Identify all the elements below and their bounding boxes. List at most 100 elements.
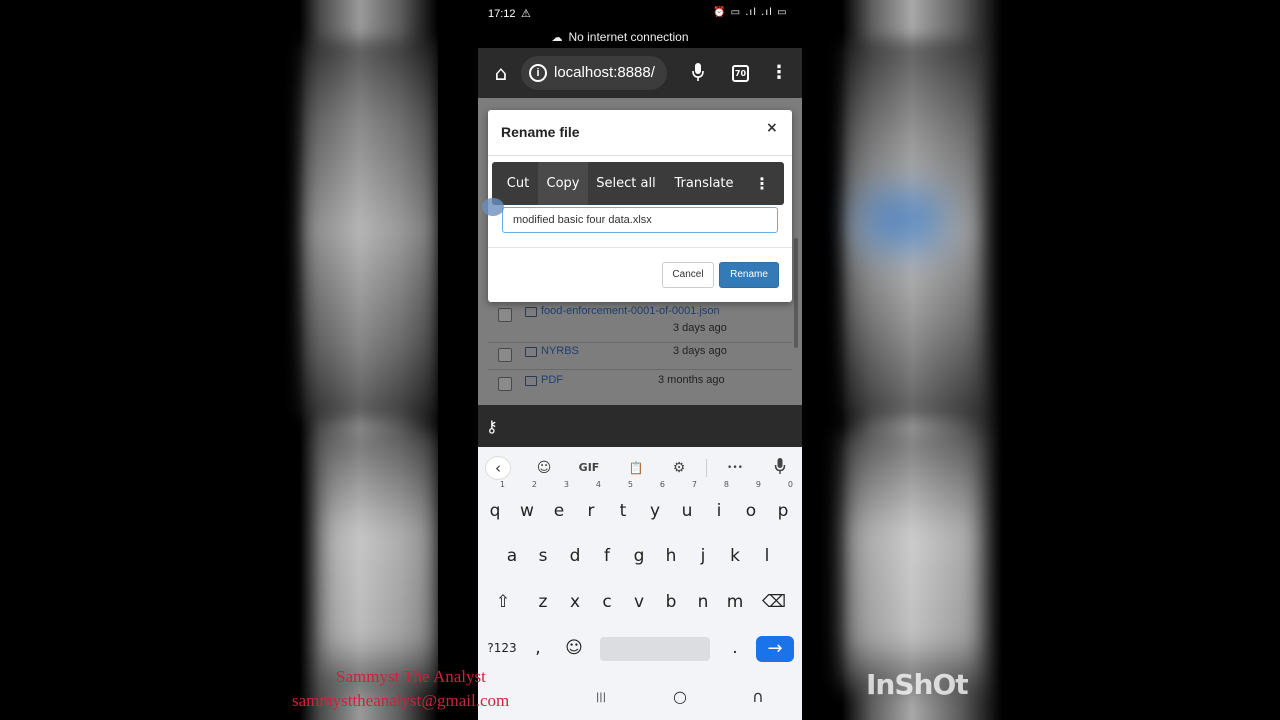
file-name[interactable]: PDF [541, 374, 563, 386]
filename-input[interactable]: modified basic four data.xlsx [502, 207, 778, 233]
key-a[interactable]: a [500, 537, 524, 575]
password-key-icon[interactable]: ⚷ [486, 417, 498, 436]
keyboard-accessory-bar: ⚷ [478, 405, 802, 447]
clipboard-icon[interactable]: 📋 [624, 457, 648, 479]
video-frame: 17:12 ⚠ ⏰ ▭ .ıl .ıl ▭ ☁ No internet conne… [0, 0, 1280, 720]
inshot-watermark: InShOt [866, 668, 969, 701]
menu-item-select-all[interactable]: Select all [590, 162, 662, 205]
enter-key[interactable]: → [756, 636, 794, 662]
shift-key[interactable]: ⇧ [491, 583, 515, 621]
home-icon[interactable]: ⌂ [490, 62, 512, 84]
symbols-key[interactable]: ?123 [486, 629, 518, 667]
recents-icon[interactable]: ||| [591, 692, 611, 703]
credit-email: sammysttheanalyst@gmail.com [292, 691, 510, 710]
key-d[interactable]: d [563, 537, 587, 575]
key-e[interactable]: e3 [547, 480, 571, 530]
more-icon[interactable]: ••• [722, 457, 748, 479]
address-bar[interactable]: i localhost:8888/ [521, 56, 667, 90]
back-arrow-icon[interactable]: ‹ [486, 457, 510, 479]
file-modified: 3 days ago [673, 322, 727, 334]
network-banner: ☁ No internet connection [438, 30, 802, 48]
key-s[interactable]: s [531, 537, 555, 575]
folder-icon [525, 347, 537, 357]
phone-screen: 17:12 ⚠ ⏰ ▭ .ıl .ıl ▭ ☁ No internet conne… [438, 0, 802, 720]
home-nav-icon[interactable]: ○ [670, 687, 690, 706]
key-z[interactable]: z [531, 583, 555, 621]
network-banner-text: No internet connection [568, 30, 689, 44]
mic-icon[interactable] [688, 62, 708, 84]
soft-keyboard: ‹ ☺ GIF 📋 ⚙ ••• q1 w2 e3 r4 t5 y6 u7 i8 … [478, 447, 802, 720]
sticker-icon[interactable]: ☺ [532, 457, 556, 479]
file-modified: 3 days ago [673, 345, 727, 357]
file-name[interactable]: NYRBS [541, 345, 579, 357]
folder-icon [525, 376, 537, 386]
key-p[interactable]: p0 [771, 480, 795, 530]
selection-handle[interactable] [482, 198, 504, 216]
menu-item-copy[interactable]: Copy [538, 162, 588, 205]
emoji-key[interactable]: ☺ [562, 629, 586, 667]
file-checkbox[interactable] [498, 348, 512, 362]
folder-icon [525, 307, 537, 317]
warning-icon: ⚠ [521, 7, 531, 20]
status-icons: ⏰ ▭ .ıl .ıl ▭ [713, 7, 788, 18]
key-t[interactable]: t5 [611, 480, 635, 530]
rename-button[interactable]: Rename [719, 262, 779, 288]
period-key[interactable]: . [728, 629, 742, 667]
dialog-divider [488, 155, 792, 156]
browser-menu-icon[interactable]: ⋮ [770, 62, 788, 84]
key-o[interactable]: o9 [739, 480, 763, 530]
file-row[interactable]: PDF 3 months ago [478, 369, 802, 397]
blurred-background-left [0, 0, 438, 720]
file-name[interactable]: food-enforcement-0001-of-0001.json [541, 305, 720, 317]
text-selection-menu: Cut Copy Select all Translate ⋮ [492, 162, 784, 205]
key-h[interactable]: h [659, 537, 683, 575]
page-scrollbar[interactable] [794, 238, 798, 348]
file-modified: 3 months ago [658, 374, 725, 386]
key-j[interactable]: j [691, 537, 715, 575]
space-bar[interactable] [600, 637, 710, 661]
menu-item-translate[interactable]: Translate [666, 162, 742, 205]
voice-input-icon[interactable] [768, 457, 792, 479]
file-row[interactable]: NYRBS 3 days ago [478, 340, 802, 368]
backspace-key[interactable]: ⌫ [761, 583, 787, 621]
cloud-off-icon: ☁ [551, 32, 563, 44]
key-l[interactable]: l [755, 537, 779, 575]
key-f[interactable]: f [595, 537, 619, 575]
comma-key[interactable]: , [531, 629, 545, 667]
toolbar-divider [706, 459, 707, 477]
key-b[interactable]: b [659, 583, 683, 621]
key-y[interactable]: y6 [643, 480, 667, 530]
file-checkbox[interactable] [498, 308, 512, 322]
back-nav-icon[interactable]: ∩ [748, 687, 768, 706]
close-icon[interactable]: × [766, 120, 778, 136]
key-n[interactable]: n [691, 583, 715, 621]
key-w[interactable]: w2 [515, 480, 539, 530]
more-options-icon[interactable]: ⋮ [750, 162, 774, 205]
key-i[interactable]: i8 [707, 480, 731, 530]
info-icon[interactable]: i [529, 64, 547, 82]
gif-button[interactable]: GIF [574, 457, 604, 479]
url-text: localhost:8888/ [554, 64, 655, 81]
key-k[interactable]: k [723, 537, 747, 575]
tab-count-button[interactable]: 70 [732, 65, 749, 82]
dialog-title: Rename file [501, 124, 580, 140]
key-x[interactable]: x [563, 583, 587, 621]
cancel-button[interactable]: Cancel [662, 262, 714, 288]
key-v[interactable]: v [627, 583, 651, 621]
key-q[interactable]: q1 [483, 480, 507, 530]
key-m[interactable]: m [723, 583, 747, 621]
dialog-divider [488, 247, 792, 248]
rename-dialog: Rename file × modified basic four data.x… [488, 110, 792, 302]
status-bar: 17:12 ⚠ ⏰ ▭ .ıl .ıl ▭ [438, 0, 802, 28]
settings-icon[interactable]: ⚙ [667, 457, 691, 479]
file-row[interactable]: food-enforcement-0001-of-0001.json 3 day… [478, 300, 802, 334]
file-checkbox[interactable] [498, 377, 512, 391]
menu-item-cut[interactable]: Cut [498, 162, 538, 205]
credit-name: Sammyst The Analyst [336, 667, 486, 686]
key-g[interactable]: g [627, 537, 651, 575]
key-c[interactable]: c [595, 583, 619, 621]
status-time: 17:12 [488, 8, 516, 20]
key-u[interactable]: u7 [675, 480, 699, 530]
browser-toolbar: ⌂ i localhost:8888/ 70 ⋮ [478, 48, 802, 98]
key-r[interactable]: r4 [579, 480, 603, 530]
